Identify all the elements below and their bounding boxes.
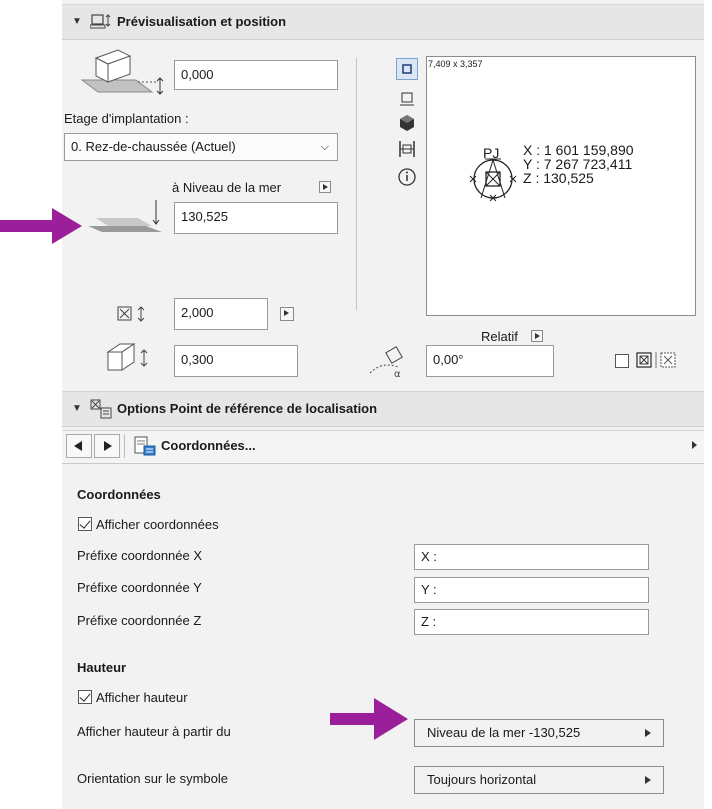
coordinates-page-icon bbox=[134, 436, 156, 456]
next-page-button[interactable] bbox=[94, 434, 120, 458]
svg-text:α: α bbox=[394, 369, 401, 379]
thickness-icon bbox=[106, 343, 148, 371]
prefix-x-field[interactable]: X : bbox=[414, 544, 649, 570]
section-preview-position-title: Prévisualisation et position bbox=[117, 14, 287, 29]
annotation-arrow-level bbox=[0, 208, 82, 244]
relative-menu-button[interactable] bbox=[531, 330, 543, 342]
section-view-icon[interactable] bbox=[396, 138, 418, 160]
show-height-label: Afficher hauteur bbox=[96, 690, 188, 705]
height-from-label: Afficher hauteur à partir du bbox=[77, 724, 231, 739]
caret-right-icon bbox=[692, 441, 697, 449]
location-options-icon bbox=[90, 399, 112, 419]
story-label: Etage d'implantation : bbox=[64, 111, 189, 126]
preview-size-text: 7,409 x 3,357 bbox=[428, 59, 483, 69]
relative-label: Relatif bbox=[481, 329, 518, 344]
prefix-y-field[interactable]: Y : bbox=[414, 577, 649, 603]
arrow-left-icon bbox=[74, 441, 82, 451]
preview-coordinates: X : 1 601 159,890 Y : 7 267 723,411 Z : … bbox=[523, 143, 634, 185]
elevation-view-icon[interactable] bbox=[396, 88, 418, 110]
show-height-checkbox[interactable] bbox=[78, 690, 92, 704]
page-selector[interactable]: Coordonnées... bbox=[124, 434, 699, 458]
symbol-size-icon bbox=[117, 306, 145, 322]
show-coordinates-checkbox[interactable] bbox=[78, 517, 92, 531]
section-preview-position-header[interactable]: ▼ Prévisualisation et position bbox=[62, 4, 704, 40]
preview-coord-z: Z : 130,525 bbox=[523, 170, 594, 186]
coordinates-heading: Coordonnées bbox=[77, 487, 161, 502]
mirror-options-icons[interactable] bbox=[636, 352, 696, 370]
info-icon[interactable] bbox=[396, 166, 418, 188]
plan-view-icon bbox=[402, 64, 412, 74]
collapse-triangle-icon[interactable]: ▼ bbox=[72, 16, 82, 27]
symbol-size-field[interactable]: 2,000 bbox=[174, 298, 268, 330]
orientation-label: Orientation sur le symbole bbox=[77, 771, 229, 786]
prefix-x-label: Préfixe coordonnée X bbox=[77, 548, 203, 563]
collapse-triangle-icon[interactable]: ▼ bbox=[72, 403, 82, 414]
orientation-value: Toujours horizontal bbox=[427, 772, 537, 787]
prefix-z-field[interactable]: Z : bbox=[414, 609, 649, 635]
show-coordinates-label: Afficher coordonnées bbox=[96, 517, 219, 532]
level-reference-label: à Niveau de la mer bbox=[172, 180, 282, 195]
size-menu-button[interactable] bbox=[280, 307, 294, 321]
height-from-popup[interactable]: Niveau de la mer -130,525 bbox=[414, 719, 664, 747]
preview-box: 7,409 x 3,357 PJ X : 1 601 159,890 Y : 7… bbox=[426, 56, 696, 316]
annotation-arrow-height bbox=[330, 698, 408, 740]
level-elevation-field[interactable]: 130,525 bbox=[174, 202, 338, 234]
page-nav-bar: Coordonnées... bbox=[62, 430, 704, 464]
story-select-value: 0. Rez-de-chaussée (Actuel) bbox=[71, 139, 236, 154]
rotation-angle-icon: α bbox=[369, 346, 403, 379]
preview-coord-y: Y : 7 267 723,411 bbox=[523, 156, 633, 172]
preview-position-icon bbox=[90, 14, 111, 29]
3d-view-icon[interactable] bbox=[396, 112, 418, 134]
level-reference-menu-button[interactable] bbox=[319, 181, 331, 193]
preview-point-label: PJ bbox=[483, 145, 500, 161]
orientation-popup[interactable]: Toujours horizontal bbox=[414, 766, 664, 794]
thickness-field[interactable]: 0,300 bbox=[174, 345, 298, 377]
caret-right-icon bbox=[645, 776, 651, 784]
prefix-z-label: Préfixe coordonnée Z bbox=[77, 613, 202, 628]
column-divider bbox=[356, 58, 357, 310]
height-from-value: Niveau de la mer -130,525 bbox=[427, 725, 581, 740]
section-location-options-header[interactable]: ▼ Options Point de référence de localisa… bbox=[62, 391, 704, 427]
story-select[interactable]: 0. Rez-de-chaussée (Actuel) ⌵ bbox=[64, 133, 338, 161]
level-elevation-icon bbox=[88, 200, 162, 232]
page-selector-label: Coordonnées... bbox=[161, 438, 256, 453]
arrow-right-icon bbox=[104, 441, 112, 451]
section-location-options-title: Options Point de référence de localisati… bbox=[117, 401, 378, 416]
angle-field[interactable]: 0,00° bbox=[426, 345, 554, 377]
mirror-off-checkbox[interactable] bbox=[615, 354, 629, 368]
offset-field[interactable]: 0,000 bbox=[174, 60, 338, 90]
view-plan-button[interactable] bbox=[396, 58, 418, 80]
object-offset-icon bbox=[80, 49, 164, 95]
previous-page-button[interactable] bbox=[66, 434, 92, 458]
preview-coord-x: X : 1 601 159,890 bbox=[523, 142, 634, 158]
height-heading: Hauteur bbox=[77, 660, 127, 675]
chevron-down-icon: ⌵ bbox=[320, 141, 329, 153]
prefix-y-label: Préfixe coordonnée Y bbox=[77, 580, 202, 595]
caret-right-icon bbox=[645, 729, 651, 737]
